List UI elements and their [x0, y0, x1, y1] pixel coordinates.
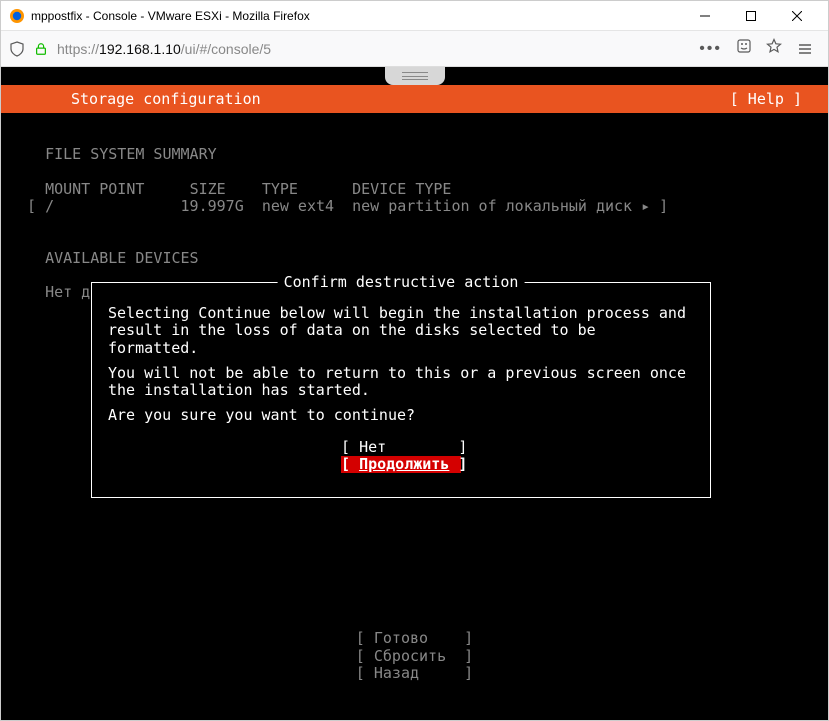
fs-summary-heading: FILE SYSTEM SUMMARY	[27, 145, 217, 163]
reader-icon[interactable]	[736, 38, 752, 59]
url-host: 192.168.1.10	[99, 41, 181, 57]
titlebar: mppostfix - Console - VMware ESXi - Mozi…	[1, 1, 828, 31]
devices-heading: AVAILABLE DEVICES	[27, 249, 199, 267]
close-button[interactable]	[774, 1, 820, 31]
dialog-buttons: [ Нет ] [ Продолжить ]	[108, 439, 694, 474]
footer-buttons: [ Готово ] [ Сбросить ] [ Назад ]	[1, 630, 828, 682]
dialog-continue-button[interactable]: [ Продолжить ]	[341, 456, 461, 473]
firefox-window: mppostfix - Console - VMware ESXi - Mozi…	[0, 0, 829, 721]
fs-columns: MOUNT POINT SIZE TYPE DEVICE TYPE	[27, 180, 451, 198]
done-button[interactable]: [ Готово ]	[356, 629, 473, 647]
dialog-title: Confirm destructive action	[278, 274, 525, 291]
tracking-shield-icon[interactable]	[9, 41, 25, 57]
url-scheme: https://	[57, 41, 99, 57]
window-title: mppostfix - Console - VMware ESXi - Mozi…	[31, 9, 682, 23]
dialog-no-button[interactable]: [ Нет ]	[341, 439, 461, 456]
url-path: /ui/#/console/5	[181, 41, 271, 57]
console-area: Storage configuration [ Help ] FILE SYST…	[1, 67, 828, 720]
help-button[interactable]: [ Help ]	[730, 90, 802, 108]
confirm-dialog: Confirm destructive action Selecting Con…	[91, 282, 711, 498]
dialog-text-2: You will not be able to return to this o…	[108, 365, 694, 400]
fs-row[interactable]: [ / 19.997G new ext4 new partition of ло…	[27, 197, 668, 215]
page-actions-icon[interactable]: •••	[699, 40, 722, 58]
firefox-icon	[9, 8, 25, 24]
dialog-text-1: Selecting Continue below will begin the …	[108, 305, 694, 357]
installer-title: Storage configuration	[71, 90, 261, 108]
installer-header: Storage configuration [ Help ]	[1, 85, 828, 113]
bookmark-star-icon[interactable]	[766, 38, 782, 59]
maximize-button[interactable]	[728, 1, 774, 31]
reset-button[interactable]: [ Сбросить ]	[356, 647, 473, 665]
url-input[interactable]: https://192.168.1.10/ui/#/console/5	[57, 41, 691, 57]
minimize-button[interactable]	[682, 1, 728, 31]
window-controls	[682, 1, 820, 31]
back-button[interactable]: [ Назад ]	[356, 664, 473, 682]
address-bar: https://192.168.1.10/ui/#/console/5 •••	[1, 31, 828, 67]
addressbar-right: •••	[699, 38, 782, 59]
lock-icon[interactable]	[33, 41, 49, 57]
esxi-pull-tab[interactable]	[385, 67, 445, 85]
hamburger-menu-button[interactable]	[790, 34, 820, 64]
dialog-text-3: Are you sure you want to continue?	[108, 407, 694, 424]
